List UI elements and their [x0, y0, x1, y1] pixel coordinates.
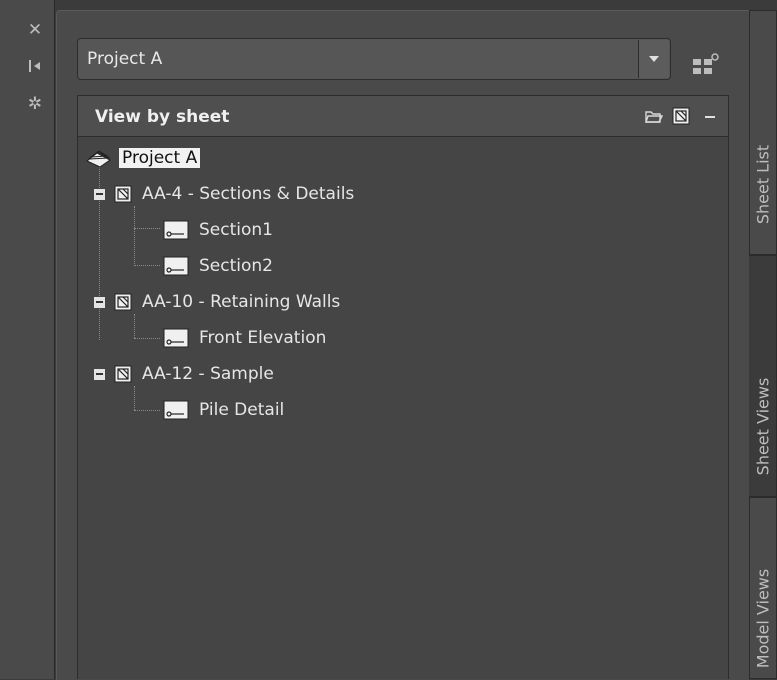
tree-sheet-label: AA-4 - Sections & Details — [142, 184, 355, 204]
tree-view-label: Front Elevation — [199, 328, 327, 348]
tree-view-node[interactable]: Section2 — [163, 253, 273, 279]
minimize-icon[interactable] — [705, 116, 715, 118]
tab-sheet-views-label: Sheet Views — [753, 377, 772, 476]
tree-view-label: Pile Detail — [199, 400, 285, 420]
close-icon[interactable]: ✕ — [24, 20, 46, 40]
collapse-icon[interactable] — [94, 188, 105, 200]
tree-sheet-label: AA-10 - Retaining Walls — [142, 292, 341, 312]
tree-connector — [134, 314, 135, 338]
project-dropdown-value: Project A — [87, 49, 163, 69]
sheet-icon — [114, 185, 132, 203]
folder-icon[interactable] — [645, 110, 663, 124]
tree-header: View by sheet — [78, 96, 728, 137]
view-icon — [163, 256, 189, 276]
tree-connector — [134, 386, 135, 410]
layout-options-icon[interactable] — [690, 52, 720, 78]
tree-header-title: View by sheet — [95, 107, 230, 127]
tree-root-node[interactable]: Project A — [85, 145, 201, 171]
tree-view-node[interactable]: Pile Detail — [163, 397, 284, 423]
tree-view-node[interactable]: Section1 — [163, 217, 273, 243]
sheet-icon — [114, 293, 132, 311]
tree-view-label: Section2 — [199, 256, 273, 276]
tab-sheet-list[interactable]: Sheet List — [749, 10, 777, 255]
tree-sheet-label: AA-12 - Sample — [142, 364, 274, 384]
tab-sheet-list-label: Sheet List — [753, 144, 773, 225]
settings-icon[interactable]: ✲ — [24, 94, 46, 114]
view-icon — [163, 400, 189, 420]
autohide-icon[interactable] — [24, 56, 46, 76]
strip-divider — [54, 0, 55, 679]
collapse-icon[interactable] — [94, 368, 105, 380]
tree-sheet-node[interactable]: AA-10 - Retaining Walls — [94, 289, 340, 315]
palette-titlebar: ✕ ✲ — [0, 0, 55, 679]
view-icon — [163, 220, 189, 240]
tree-root-label: Project A — [119, 148, 201, 168]
chevron-down-icon[interactable] — [638, 40, 669, 78]
tree-view-label: Section1 — [199, 220, 273, 240]
tab-sheet-views[interactable]: Sheet Views — [749, 255, 777, 497]
autohide-glyph — [29, 60, 40, 72]
tree-view-node[interactable]: Front Elevation — [163, 325, 326, 351]
tree-sheet-node[interactable]: AA-4 - Sections & Details — [94, 181, 354, 207]
view-icon — [163, 328, 189, 348]
sheet-icon[interactable] — [672, 107, 690, 125]
tree-sheet-node[interactable]: AA-12 - Sample — [94, 361, 274, 387]
tree-connector — [134, 338, 160, 339]
collapse-icon[interactable] — [94, 296, 105, 308]
tab-model-views-label: Model Views — [753, 568, 773, 669]
tree-connector — [134, 206, 135, 266]
sheet-set-icon — [86, 150, 111, 168]
project-dropdown[interactable]: Project A — [77, 38, 671, 80]
tab-model-views[interactable]: Model Views — [749, 497, 777, 679]
tree-connector — [134, 265, 160, 266]
tree-connector — [134, 410, 160, 411]
sheet-icon — [114, 365, 132, 383]
tree-connector — [134, 228, 160, 229]
